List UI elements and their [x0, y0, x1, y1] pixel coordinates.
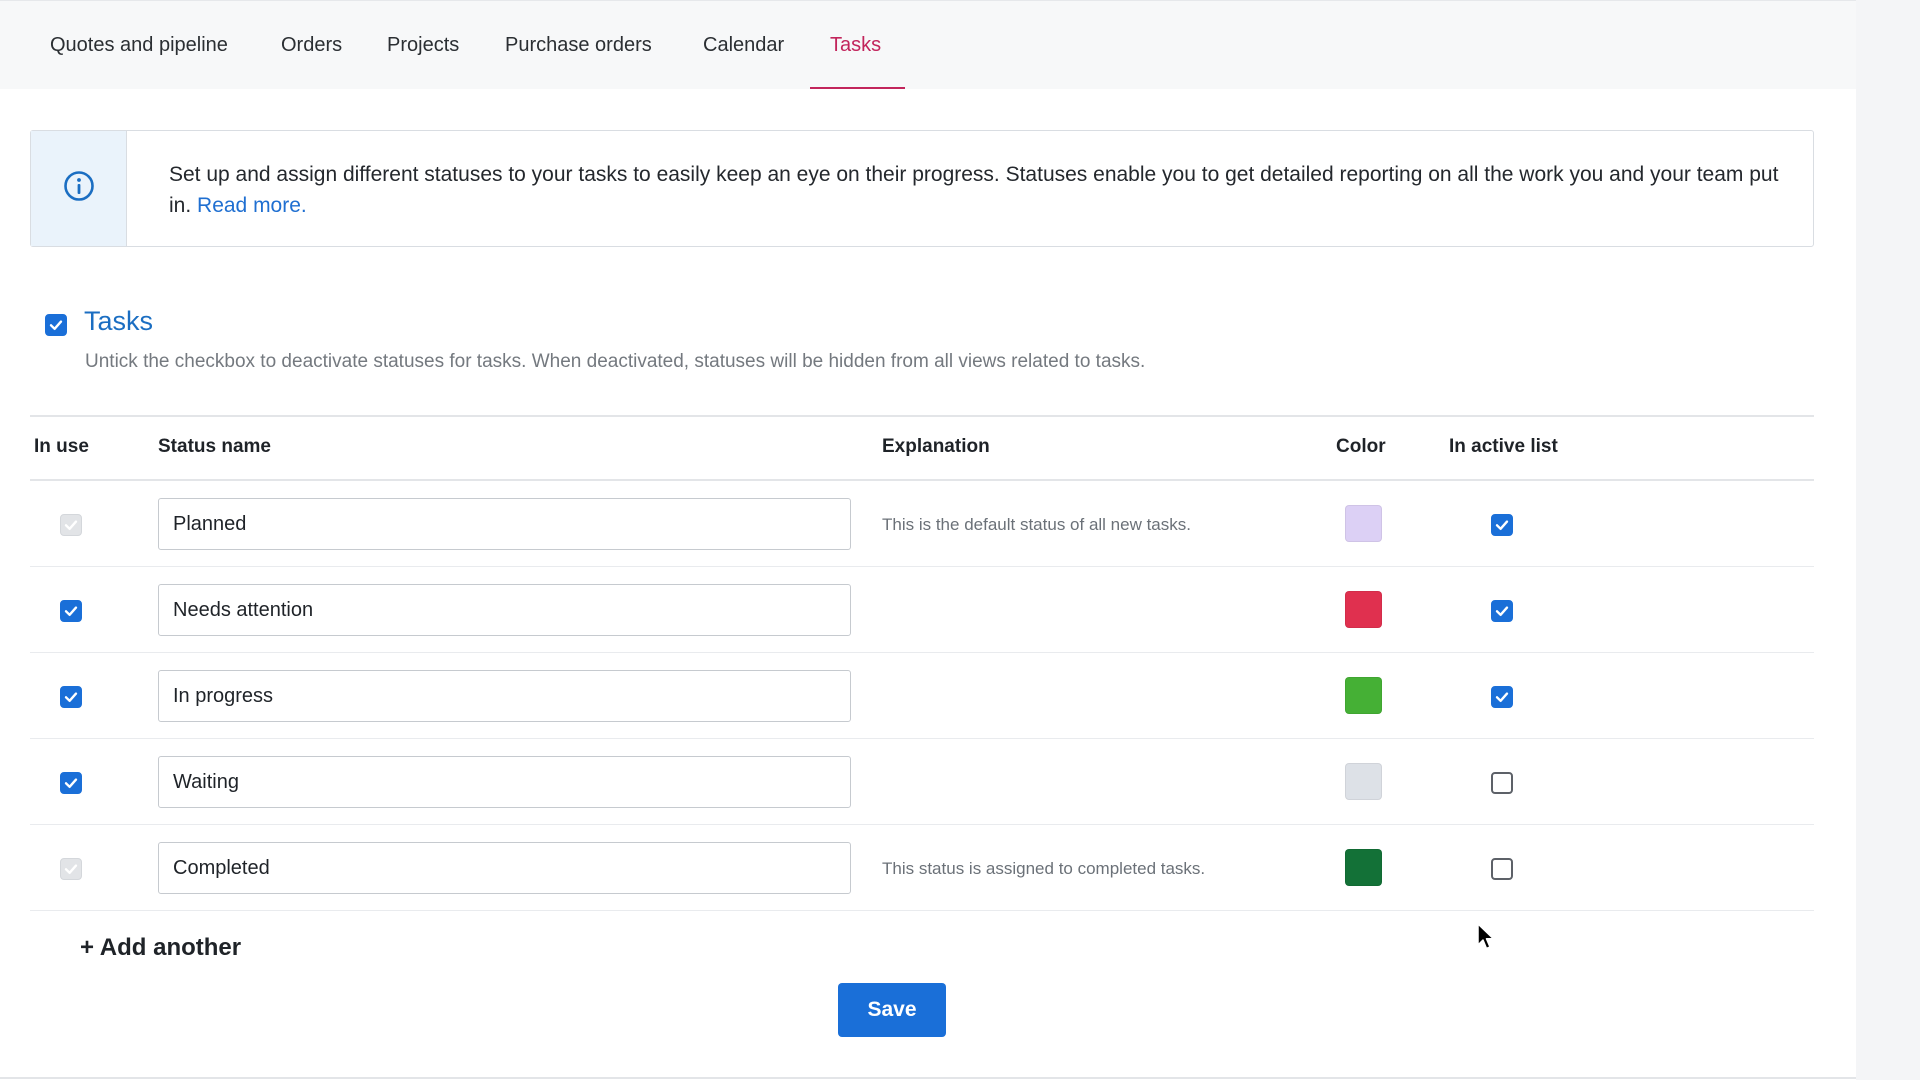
top-navigation: Quotes and pipeline Orders Projects Purc… [0, 1, 1856, 89]
section-title: Tasks [84, 306, 154, 336]
checkmark-icon [1495, 606, 1509, 616]
header-color: Color [1336, 436, 1386, 457]
checkmark-icon [64, 692, 78, 702]
table-row [30, 567, 1814, 653]
checkbox-box [60, 772, 82, 794]
page-bottom-border [0, 1077, 1856, 1079]
status-explanation: This status is assigned to completed tas… [882, 859, 1206, 878]
checkbox-box [1491, 514, 1513, 536]
header-explanation: Explanation [882, 436, 990, 457]
in-active-list-checkbox[interactable] [1491, 858, 1513, 880]
checkbox-box [1491, 772, 1513, 794]
checkmark-icon [64, 606, 78, 616]
in-active-list-checkbox[interactable] [1491, 514, 1513, 536]
checkbox-box [1491, 600, 1513, 622]
checkbox-box [1491, 858, 1513, 880]
status-name-input[interactable] [158, 670, 851, 722]
header-in-use: In use [34, 436, 89, 457]
color-swatch[interactable] [1345, 849, 1382, 886]
in-use-checkbox[interactable] [60, 772, 82, 794]
checkmark-icon [1495, 520, 1509, 530]
color-swatch[interactable] [1345, 763, 1382, 800]
status-name-input[interactable] [158, 842, 851, 894]
tasks-statuses-checkbox[interactable] [45, 314, 67, 336]
status-name-input[interactable] [158, 498, 851, 550]
in-use-checkbox[interactable] [60, 600, 82, 622]
tab-projects[interactable]: Projects [387, 1, 459, 89]
read-more-link[interactable]: Read more. [197, 194, 307, 217]
info-text: Set up and assign different statuses to … [169, 159, 1779, 221]
info-icon-cell [31, 131, 127, 246]
in-active-list-checkbox[interactable] [1491, 686, 1513, 708]
scrollbar-gutter[interactable] [1856, 0, 1920, 1080]
in-use-checkbox [60, 514, 82, 536]
table-row [30, 739, 1814, 825]
table-divider [30, 415, 1814, 417]
table-row [30, 653, 1814, 739]
color-swatch[interactable] [1345, 677, 1382, 714]
tab-calendar[interactable]: Calendar [703, 1, 784, 89]
checkbox-box [1491, 686, 1513, 708]
in-active-list-checkbox[interactable] [1491, 772, 1513, 794]
save-button[interactable]: Save [838, 983, 946, 1037]
in-active-list-checkbox[interactable] [1491, 600, 1513, 622]
section-description: Untick the checkbox to deactivate status… [85, 351, 1146, 372]
checkmark-icon [64, 778, 78, 788]
checkbox-box [60, 858, 82, 880]
checkmark-icon [49, 320, 63, 330]
info-banner: Set up and assign different statuses to … [30, 130, 1814, 247]
in-use-checkbox [60, 858, 82, 880]
in-use-checkbox[interactable] [60, 686, 82, 708]
color-swatch[interactable] [1345, 591, 1382, 628]
checkbox-box [60, 514, 82, 536]
header-status-name: Status name [158, 436, 271, 457]
mouse-cursor-icon [1477, 923, 1497, 956]
status-explanation: This is the default status of all new ta… [882, 515, 1191, 534]
info-icon [63, 170, 95, 207]
header-in-active-list: In active list [1449, 436, 1558, 457]
checkmark-icon [64, 520, 78, 530]
checkmark-icon [64, 864, 78, 874]
tab-quotes-and-pipeline[interactable]: Quotes and pipeline [50, 1, 228, 89]
color-swatch[interactable] [1345, 505, 1382, 542]
status-name-input[interactable] [158, 584, 851, 636]
status-name-input[interactable] [158, 756, 851, 808]
add-another-button[interactable]: + Add another [80, 934, 241, 962]
tab-orders[interactable]: Orders [281, 1, 342, 89]
tab-tasks[interactable]: Tasks [830, 1, 881, 89]
checkbox-box [60, 600, 82, 622]
checkmark-icon [1495, 692, 1509, 702]
info-message: Set up and assign different statuses to … [169, 163, 1779, 217]
checkbox-box [45, 314, 67, 336]
table-row: This status is assigned to completed tas… [30, 825, 1814, 911]
active-tab-indicator [810, 87, 905, 89]
table-row: This is the default status of all new ta… [30, 481, 1814, 567]
tab-purchase-orders[interactable]: Purchase orders [505, 1, 652, 89]
checkbox-box [60, 686, 82, 708]
